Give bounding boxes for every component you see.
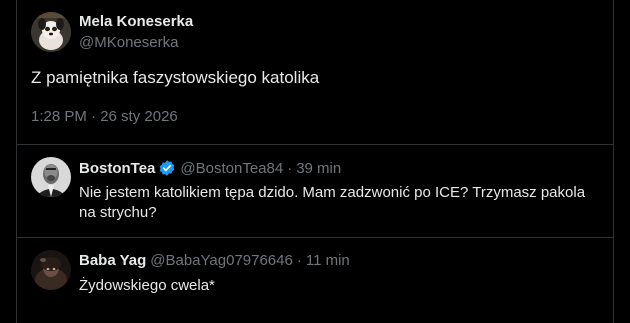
reply-author-name[interactable]: BostonTea	[79, 160, 155, 177]
reply-tweet[interactable]: Baba Yag @BabaYag07976646 · 11 min Żydow…	[17, 238, 613, 323]
tweet-thread: Mela Koneserka @MKoneserka Z pamiętnika …	[0, 0, 630, 323]
dog-avatar-icon[interactable]	[31, 12, 71, 52]
reply-tweet[interactable]: BostonTea @BostonTea84 · 39 min Nie jest…	[17, 145, 613, 237]
man-portrait-avatar-icon[interactable]	[31, 157, 71, 197]
dark-figure-avatar-icon[interactable]	[31, 250, 71, 290]
separator-dot: ·	[296, 252, 302, 269]
author-name[interactable]: Mela Koneserka	[79, 13, 193, 30]
tweet-timestamp[interactable]: 1:28 PM · 26 sty 2026	[31, 108, 178, 125]
reply-time[interactable]: 11 min	[306, 252, 350, 269]
separator-dot: ·	[287, 159, 293, 177]
tweet-text: Z pamiętnika faszystowskiego katolika	[31, 68, 320, 87]
main-tweet[interactable]: Mela Koneserka @MKoneserka Z pamiętnika …	[17, 0, 613, 144]
reply-header: Baba Yag @BabaYag07976646 · 11 min	[79, 252, 350, 269]
reply-time[interactable]: 39 min	[296, 160, 341, 177]
reply-text: Żydowskiego cwela*	[79, 277, 215, 294]
reply-author-name[interactable]: Baba Yag	[79, 252, 146, 269]
reply-author-handle[interactable]: @BostonTea84	[180, 160, 283, 177]
verified-badge-icon[interactable]	[158, 159, 176, 177]
reply-header: BostonTea @BostonTea84 · 39 min	[79, 159, 341, 177]
author-handle[interactable]: @MKoneserka	[79, 34, 178, 51]
reply-text: Nie jestem katolikiem tępa dzido. Mam za…	[79, 184, 586, 221]
reply-author-handle[interactable]: @BabaYag07976646	[150, 252, 293, 269]
thread-border-right	[613, 0, 614, 323]
